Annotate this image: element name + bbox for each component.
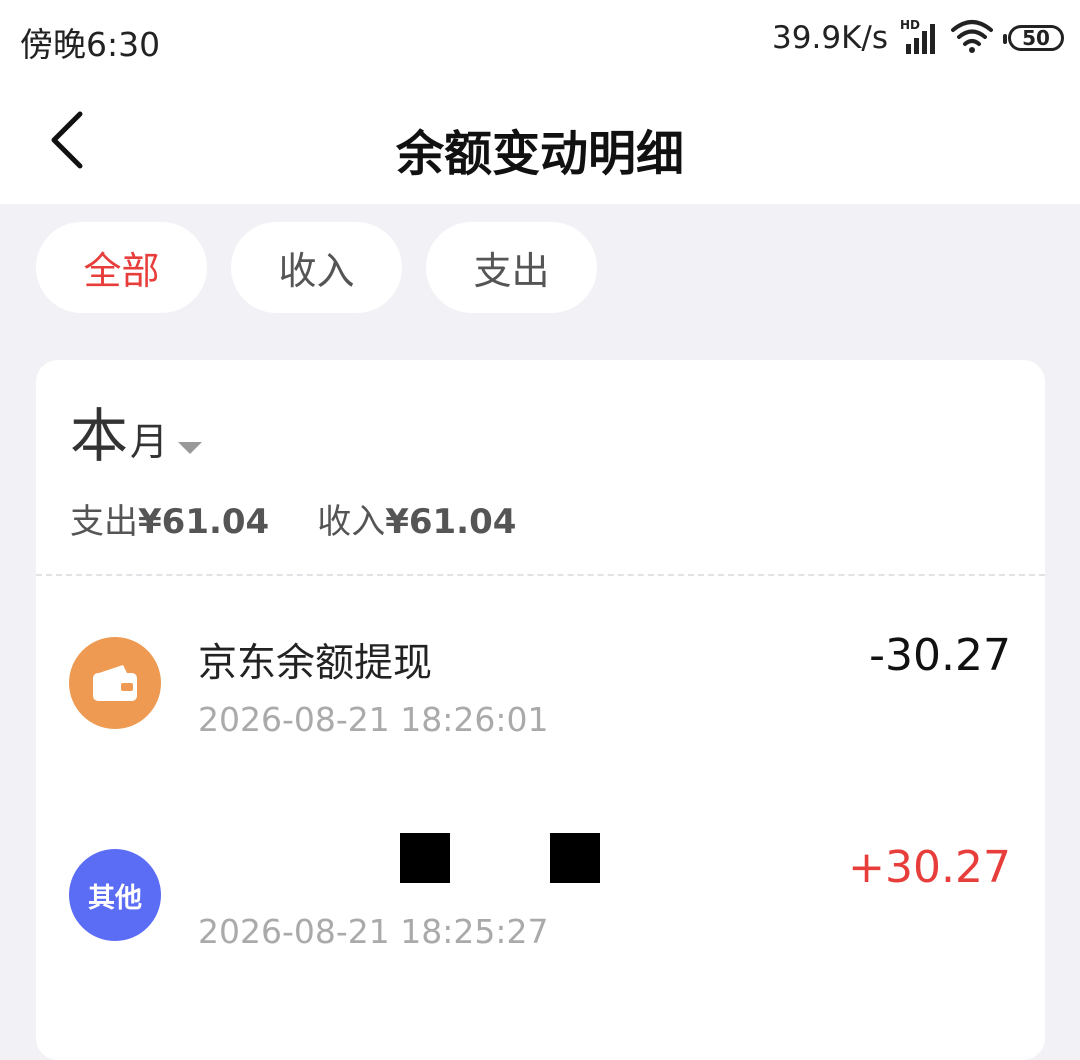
tab-all[interactable]: 全部 <box>36 222 207 313</box>
status-time: 傍晚6:30 <box>20 25 161 64</box>
income-summary: 收入¥61.04 <box>317 494 516 543</box>
transactions-card: 本 月 支出¥61.04 收入¥61.04 京东余额提现 2026-08-21 … <box>36 360 1045 1060</box>
expense-summary: 支出¥61.04 <box>70 494 269 543</box>
filter-tabs: 全部 收入 支出 <box>36 222 597 313</box>
expense-amount: ¥61.04 <box>138 502 270 542</box>
other-category-label: 其他 <box>88 882 142 914</box>
transaction-time: 2026-08-21 18:26:01 <box>198 700 549 739</box>
caret-down-icon <box>178 442 203 454</box>
status-bar: 傍晚6:30 39.9K/s HD 50 <box>0 0 1080 78</box>
month-label-small: 月 <box>130 420 169 464</box>
transaction-title: 京东余额提现 <box>198 641 433 686</box>
redaction-block <box>550 833 600 883</box>
tab-income[interactable]: 收入 <box>231 222 402 313</box>
transaction-amount: -30.27 <box>869 630 1011 681</box>
network-speed: 39.9K/s <box>772 20 888 56</box>
cell-signal-icon: HD <box>900 18 942 56</box>
expense-label: 支出 <box>70 502 138 542</box>
battery-icon: 50 <box>1002 25 1064 51</box>
other-category-icon: 其他 <box>69 849 161 941</box>
income-amount: ¥61.04 <box>385 502 517 542</box>
month-selector[interactable]: 本 月 <box>70 402 203 470</box>
list-item[interactable]: 其他 2026-08-21 18:25:27 +30.27 <box>36 822 1045 972</box>
wifi-icon <box>950 18 994 58</box>
divider <box>36 574 1045 576</box>
wallet-icon <box>69 637 161 729</box>
battery-level: 50 <box>1003 25 1064 51</box>
month-label-big: 本 <box>70 402 129 470</box>
income-label: 收入 <box>317 502 386 542</box>
month-summary: 支出¥61.04 收入¥61.04 <box>70 494 516 543</box>
redaction-block <box>400 833 450 883</box>
nav-bar: 余额变动明细 <box>0 78 1080 204</box>
list-item[interactable]: 京东余额提现 2026-08-21 18:26:01 -30.27 <box>36 610 1045 760</box>
status-indicators: 39.9K/s HD 50 <box>772 16 1064 60</box>
hd-badge: HD <box>900 18 921 32</box>
transaction-time: 2026-08-21 18:25:27 <box>198 912 549 951</box>
tab-expense[interactable]: 支出 <box>426 222 597 313</box>
transaction-amount: +30.27 <box>848 842 1011 893</box>
page-title: 余额变动明细 <box>395 126 684 182</box>
